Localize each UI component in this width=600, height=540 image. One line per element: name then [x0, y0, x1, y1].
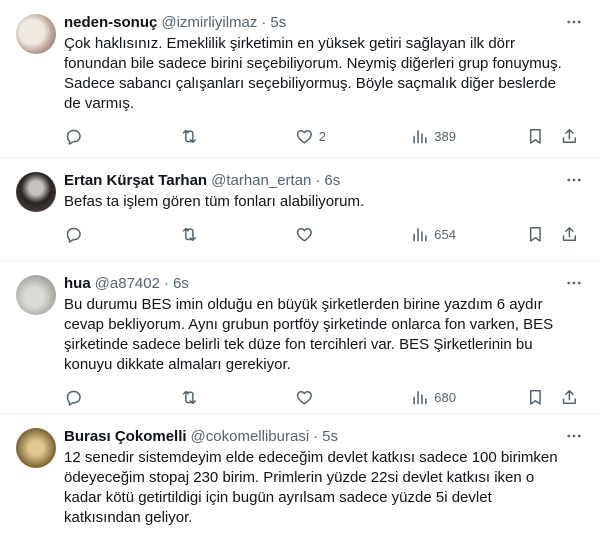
retweet-icon [182, 227, 196, 241]
timestamp[interactable]: 5s [322, 428, 338, 445]
reply-feed: neden-sonuç @izmirliyilmaz · 5s Çok hakl… [0, 0, 600, 540]
reply-icon [66, 390, 81, 406]
tweet-text: Çok haklısınız. Emeklilik şirketimin en … [64, 35, 562, 112]
more-options-icon[interactable] [564, 172, 584, 188]
bookmark-button[interactable] [526, 225, 546, 244]
separator-dot: · [261, 13, 267, 31]
author-name[interactable]: neden-sonuç [64, 14, 157, 31]
tweet[interactable]: hua @a87402 · 6s Bu durumu BES imin oldu… [0, 261, 600, 414]
views-button[interactable]: 389 [411, 127, 471, 146]
author-name[interactable]: Ertan Kürşat Tarhan [64, 172, 207, 189]
avatar[interactable] [16, 428, 56, 468]
author-name[interactable]: Burası Çokomelli [64, 428, 187, 445]
more-options-icon[interactable] [564, 275, 584, 291]
author-handle[interactable]: @izmirliyilmaz [161, 14, 257, 31]
timestamp[interactable]: 5s [270, 14, 286, 31]
tweet-header: Burası Çokomelli @cokomelliburasi · 5s [64, 426, 584, 446]
bookmark-icon [529, 389, 541, 405]
retweet-button[interactable] [180, 225, 240, 244]
tweet-content: hua @a87402 · 6s Bu durumu BES imin oldu… [64, 273, 584, 413]
avatar[interactable] [16, 14, 56, 54]
avatar[interactable] [16, 275, 56, 315]
heart-icon [296, 390, 312, 405]
retweet-icon [182, 390, 196, 404]
bookmark-button[interactable] [526, 388, 546, 407]
more-options-icon[interactable] [564, 428, 584, 444]
heart-icon [296, 129, 312, 144]
share-button[interactable] [560, 388, 580, 407]
tweet-header: hua @a87402 · 6s [64, 273, 584, 293]
share-actions [526, 388, 580, 407]
retweet-button[interactable] [180, 388, 240, 407]
timestamp[interactable]: 6s [173, 275, 189, 292]
like-count: 2 [318, 128, 326, 144]
bookmark-icon [529, 226, 541, 242]
view-count: 680 [434, 389, 456, 405]
author-handle[interactable]: @tarhan_ertan [211, 172, 311, 189]
views-button[interactable]: 654 [411, 225, 471, 244]
avatar[interactable] [16, 172, 56, 212]
like-button[interactable] [295, 388, 355, 407]
timestamp[interactable]: 6s [324, 172, 340, 189]
more-options-icon[interactable] [564, 14, 584, 30]
reply-button[interactable] [64, 388, 124, 407]
tweet[interactable]: Ertan Kürşat Tarhan @tarhan_ertan · 6s B… [0, 158, 600, 261]
tweet[interactable]: neden-sonuç @izmirliyilmaz · 5s Çok hakl… [0, 0, 600, 158]
tweet-content: Burası Çokomelli @cokomelliburasi · 5s 1… [64, 426, 584, 540]
reply-icon [66, 227, 81, 243]
share-icon [562, 389, 576, 404]
views-chart-icon [412, 129, 427, 144]
tweet-content: Ertan Kürşat Tarhan @tarhan_ertan · 6s B… [64, 170, 584, 260]
reply-button[interactable] [64, 225, 124, 244]
share-button[interactable] [560, 127, 580, 146]
tweet-content: neden-sonuç @izmirliyilmaz · 5s Çok hakl… [64, 12, 584, 157]
retweet-button[interactable] [180, 127, 240, 146]
tweet[interactable]: Burası Çokomelli @cokomelliburasi · 5s 1… [0, 414, 600, 540]
share-icon [562, 128, 576, 143]
share-actions [526, 127, 580, 146]
tweet-actions: 654 [64, 224, 584, 244]
like-button[interactable] [295, 225, 355, 244]
tweet-actions: 2 389 [64, 126, 584, 146]
tweet-text: 12 senedir sistemdeyim elde edeceğim dev… [64, 449, 558, 526]
reply-icon [66, 129, 81, 145]
tweet-text: Befas ta işlem gören tüm fonları alabili… [64, 193, 365, 210]
separator-dot: · [163, 274, 169, 292]
bookmark-icon [529, 128, 541, 144]
share-actions [526, 225, 580, 244]
view-count: 654 [434, 226, 456, 242]
tweet-actions: 680 [64, 387, 584, 407]
like-button[interactable]: 2 [295, 127, 355, 146]
separator-dot: · [313, 427, 319, 445]
share-button[interactable] [560, 225, 580, 244]
tweet-header: neden-sonuç @izmirliyilmaz · 5s [64, 12, 584, 32]
views-chart-icon [412, 390, 427, 405]
share-icon [562, 226, 576, 241]
author-handle[interactable]: @a87402 [95, 275, 160, 292]
reply-button[interactable] [64, 127, 124, 146]
views-button[interactable]: 680 [411, 388, 471, 407]
bookmark-button[interactable] [526, 127, 546, 146]
tweet-header: Ertan Kürşat Tarhan @tarhan_ertan · 6s [64, 170, 584, 190]
separator-dot: · [315, 171, 321, 189]
heart-icon [296, 227, 312, 242]
view-count: 389 [434, 128, 456, 144]
author-handle[interactable]: @cokomelliburasi [191, 428, 310, 445]
author-name[interactable]: hua [64, 275, 91, 292]
retweet-icon [182, 129, 196, 143]
views-chart-icon [412, 227, 427, 242]
tweet-text: Bu durumu BES imin olduğu en büyük şirke… [64, 296, 554, 373]
